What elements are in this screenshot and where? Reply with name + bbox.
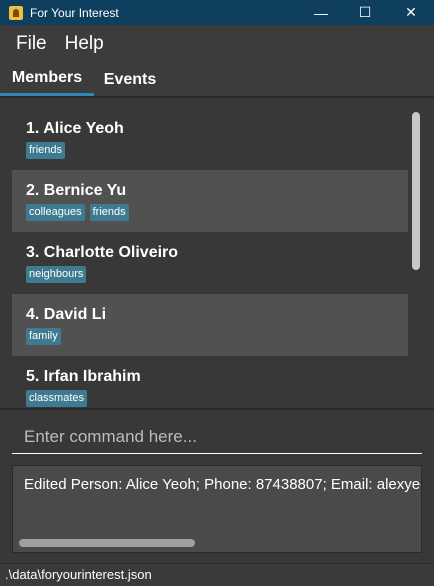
member-tags: colleagues friends [26, 204, 129, 221]
member-name: 2. Bernice Yu [26, 182, 127, 199]
app-icon [9, 5, 23, 20]
member-card[interactable]: 5. Irfan Ibrahim classmates [12, 356, 408, 408]
command-input[interactable] [12, 420, 422, 454]
menu-bar: File Help [0, 25, 434, 63]
maximize-icon[interactable]: ☐ [342, 0, 388, 25]
list-scrollbar-thumb[interactable] [412, 112, 420, 270]
member-list: 1. Alice Yeoh friends 2. Bernice Yu coll… [12, 108, 408, 408]
member-list-panel: 1. Alice Yeoh friends 2. Bernice Yu coll… [0, 98, 434, 408]
save-location-path: .\data\foryourinterest.json [5, 567, 152, 582]
member-card[interactable]: 2. Bernice Yu colleagues friends [12, 170, 408, 232]
menu-help[interactable]: Help [65, 33, 104, 55]
tab-events[interactable]: Events [94, 63, 166, 96]
member-tags: classmates [26, 390, 88, 407]
tag-badge: friends [89, 204, 129, 221]
minimize-icon[interactable]: — [298, 0, 344, 25]
member-tags: neighbours [26, 266, 87, 283]
result-display: Edited Person: Alice Yeoh; Phone: 874388… [12, 465, 422, 553]
tab-members[interactable]: Members [0, 63, 94, 96]
member-name: 3. Charlotte Oliveiro [26, 244, 179, 261]
result-text: Edited Person: Alice Yeoh; Phone: 874388… [24, 476, 421, 493]
menu-file[interactable]: File [16, 33, 47, 55]
title-bar: For Your Interest — ☐ ✕ [0, 0, 434, 25]
member-name: 5. Irfan Ibrahim [26, 368, 141, 385]
member-name: 4. David Li [26, 306, 107, 323]
command-box [0, 410, 434, 460]
member-name: 1. Alice Yeoh [26, 120, 124, 137]
close-icon[interactable]: ✕ [388, 0, 434, 25]
member-card[interactable]: 3. Charlotte Oliveiro neighbours [12, 232, 408, 294]
tag-badge: classmates [26, 390, 88, 407]
member-tags: family [26, 328, 61, 345]
member-tags: friends [26, 142, 66, 159]
result-horizontal-scrollbar[interactable] [19, 539, 195, 547]
status-bar: .\data\foryourinterest.json [0, 563, 434, 586]
tag-badge: friends [26, 142, 66, 159]
tag-badge: neighbours [26, 266, 87, 283]
tag-badge: family [26, 328, 61, 345]
tag-badge: colleagues [26, 204, 85, 221]
member-card[interactable]: 1. Alice Yeoh friends [12, 108, 408, 170]
tab-bar: Members Events [0, 63, 434, 96]
member-card[interactable]: 4. David Li family [12, 294, 408, 356]
window-title: For Your Interest [30, 5, 119, 20]
